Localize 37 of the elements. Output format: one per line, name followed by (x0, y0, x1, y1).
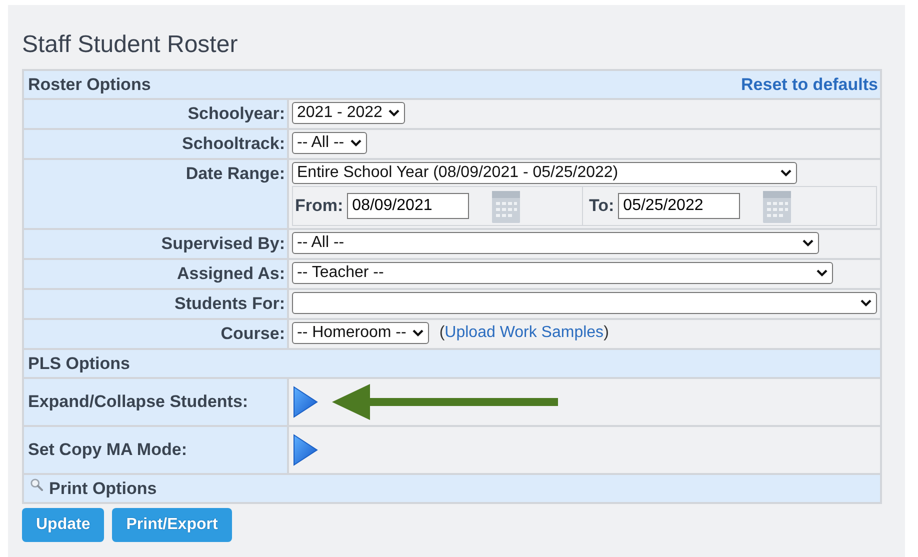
chevron-down-icon (350, 139, 362, 147)
select-field[interactable]: -- Teacher -- (292, 262, 833, 284)
chevron-down-icon (816, 269, 828, 277)
chevron-down-icon (802, 239, 814, 247)
to-date-field[interactable]: 05/25/2022 (618, 193, 740, 219)
expand-arrow-icon[interactable] (292, 386, 318, 418)
chevron-down-icon (412, 329, 424, 337)
field-label: Schoolyear: (188, 104, 285, 123)
select-field[interactable]: 2021 - 2022 (292, 102, 406, 124)
section-title: Print Options (49, 478, 157, 498)
field-label: Students For: (174, 294, 285, 313)
parenthesis: ( (439, 324, 445, 342)
field-label: Assigned As: (176, 264, 285, 283)
section-title: PLS Options (28, 354, 130, 374)
chevron-down-icon (780, 169, 792, 177)
field-label: Schooltrack: (182, 134, 285, 153)
select-field[interactable]: -- Homeroom -- (292, 322, 430, 344)
page-title: Staff Student Roster (22, 30, 239, 60)
upload-link[interactable]: Upload Work Samples (444, 324, 604, 342)
field-label: Expand/Collapse Students: (28, 392, 248, 411)
select-field[interactable] (292, 292, 877, 314)
from-label: From: (295, 196, 344, 216)
chevron-down-icon (860, 299, 872, 307)
field-label: Date Range: (186, 164, 285, 183)
field-label: Supervised By: (161, 234, 285, 253)
field-label: Set Copy MA Mode: (28, 440, 187, 459)
select-field[interactable]: -- All -- (292, 132, 368, 154)
section-title: Roster Options (28, 74, 151, 94)
to-label: To: (589, 196, 614, 216)
reset-link[interactable]: Reset to defaults (741, 74, 878, 94)
expand-arrow-icon[interactable] (292, 434, 318, 466)
from-date-field[interactable]: 08/09/2021 (347, 193, 470, 219)
select-field[interactable]: -- All -- (292, 232, 819, 254)
field-label: Course: (220, 324, 285, 343)
parenthesis: ) (604, 324, 609, 342)
chevron-down-icon (388, 109, 400, 117)
select-field[interactable]: Entire School Year (08/09/2021 - 05/25/2022) (292, 162, 797, 184)
